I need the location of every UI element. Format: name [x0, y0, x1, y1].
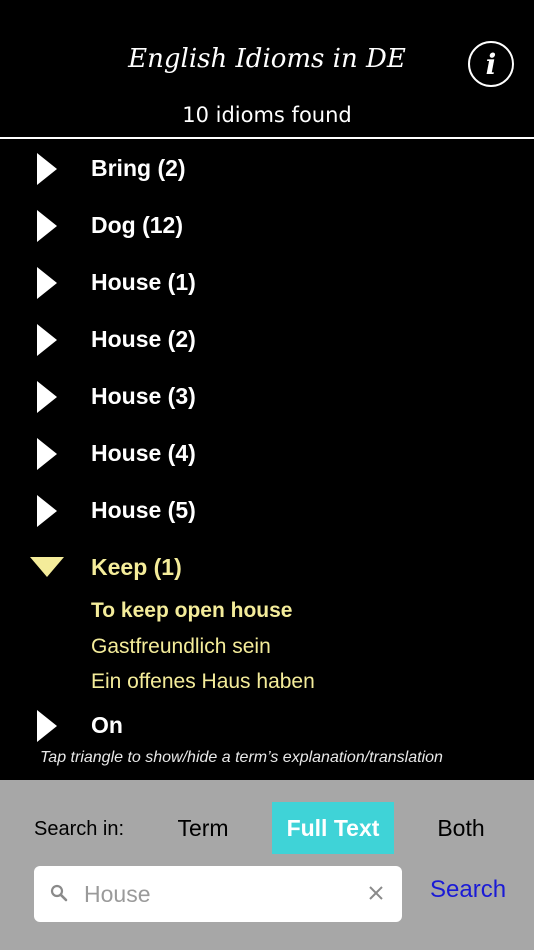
list-item-label: Keep (1) — [91, 554, 182, 580]
list-item[interactable]: Dog (12) — [0, 199, 534, 242]
header-divider — [0, 137, 534, 139]
triangle-right-icon[interactable] — [37, 153, 57, 185]
segment-full-text[interactable]: Full Text — [272, 802, 394, 854]
list-item[interactable]: Bring (2) — [0, 142, 534, 185]
list-item-label: Bring (2) — [91, 155, 186, 181]
triangle-right-icon[interactable] — [37, 324, 57, 356]
search-panel: Search in: Term Full Text Both Search — [0, 780, 534, 950]
search-input[interactable] — [84, 866, 354, 922]
triangle-right-icon[interactable] — [37, 267, 57, 299]
list-item[interactable]: House (3) — [0, 370, 534, 413]
list-item-label: House (5) — [91, 497, 196, 523]
list-item[interactable]: On — [0, 699, 534, 742]
segment-term[interactable]: Term — [160, 802, 246, 854]
clear-icon[interactable] — [366, 883, 386, 903]
info-icon: i — [485, 47, 497, 81]
list-item-label: House (4) — [91, 440, 196, 466]
list-item-label: On — [91, 712, 123, 738]
search-icon — [50, 884, 68, 902]
triangle-right-icon[interactable] — [37, 381, 57, 413]
result-count: 10 idioms found — [182, 103, 352, 127]
list-item[interactable]: House (5) — [0, 484, 534, 527]
list-item[interactable]: House (4) — [0, 427, 534, 470]
list-item[interactable]: House (2) — [0, 313, 534, 356]
list-item[interactable]: House (1) — [0, 256, 534, 299]
triangle-right-icon[interactable] — [37, 438, 57, 470]
triangle-right-icon[interactable] — [37, 495, 57, 527]
list-item-label: House (2) — [91, 326, 196, 352]
list-item-label: House (1) — [91, 269, 196, 295]
triangle-down-icon[interactable] — [30, 557, 64, 577]
app-title: English Idioms in DE — [128, 44, 406, 74]
list-item-label: House (3) — [91, 383, 196, 409]
header: English Idioms in DE i 10 idioms found — [0, 0, 534, 139]
idiom-translation: Ein offenes Haus haben — [91, 670, 315, 693]
info-button[interactable]: i — [468, 41, 514, 87]
triangle-right-icon[interactable] — [37, 710, 57, 742]
search-box[interactable] — [34, 866, 402, 922]
triangle-right-icon[interactable] — [37, 210, 57, 242]
search-button[interactable]: Search — [430, 876, 506, 904]
idiom-explanation: Gastfreundlich sein — [91, 635, 271, 658]
search-in-label: Search in: — [34, 818, 125, 840]
hint-text: Tap triangle to show/hide a term’s expla… — [40, 749, 443, 766]
list-item-label: Dog (12) — [91, 212, 183, 238]
segment-both[interactable]: Both — [420, 802, 502, 854]
idiom-term: To keep open house — [91, 599, 293, 622]
list-item-expanded[interactable]: Keep (1) — [0, 541, 534, 581]
